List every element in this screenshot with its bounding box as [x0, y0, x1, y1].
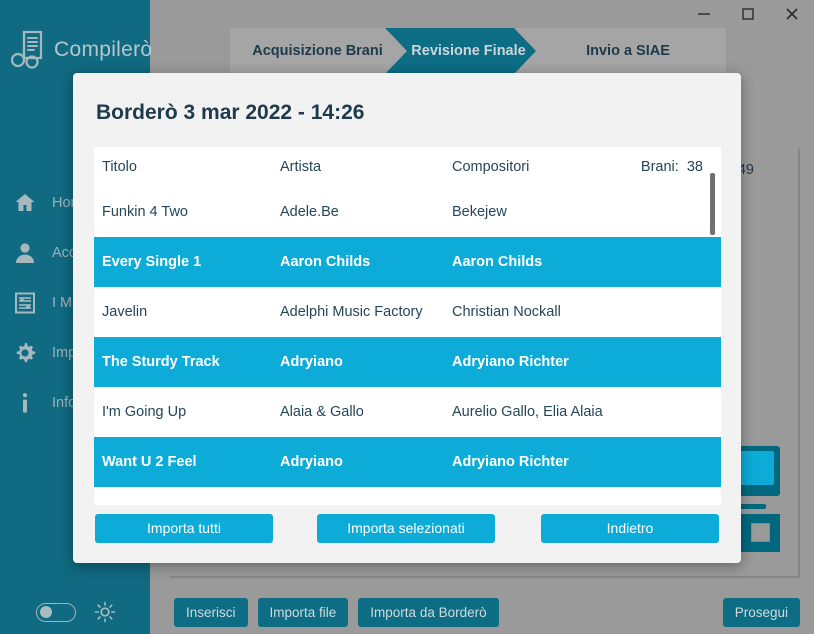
- table-row[interactable]: Every Single 1 Aaron Childs Aaron Childs: [94, 237, 721, 287]
- step-label: Revisione Finale: [411, 43, 526, 59]
- cell-compositori: Aaron Childs: [452, 254, 543, 270]
- table-row[interactable]: Javelin Adelphi Music Factory Christian …: [94, 287, 721, 337]
- cell-artista: Aaron Childs: [280, 254, 371, 270]
- table-row[interactable]: Haven't You Heard Alan Fitzpatrick Charl…: [94, 487, 721, 505]
- cell-compositori: Adryiano Richter: [452, 454, 569, 470]
- app-window: Compilerò Hom Acc I Mi Imp Info Acquisiz…: [0, 0, 814, 634]
- inserisci-button[interactable]: Inserisci: [174, 597, 248, 627]
- importa-da-bordero-button[interactable]: Importa da Borderò: [358, 597, 499, 627]
- dialog-actions: Importa tutti Importa selezionati Indiet…: [73, 513, 741, 543]
- column-header-compositori: Compositori: [452, 159, 530, 175]
- cell-titolo: The Sturdy Track: [102, 354, 220, 370]
- bottom-toolbar: Inserisci Importa file Importa da Border…: [150, 590, 814, 634]
- minimize-button[interactable]: [682, 0, 726, 28]
- user-icon: [12, 240, 38, 266]
- cell-titolo: Javelin: [102, 304, 148, 320]
- cell-artista: Adryiano: [280, 354, 343, 370]
- maximize-button[interactable]: [726, 0, 770, 28]
- table-scrollbar[interactable]: [709, 173, 716, 503]
- cell-compositori: Bekejew: [452, 204, 507, 220]
- importa-selezionati-button[interactable]: Importa selezionati: [317, 513, 495, 543]
- cell-compositori: Aurelio Gallo, Elia Alaia: [452, 404, 603, 420]
- column-header-titolo: Titolo: [102, 159, 137, 175]
- brand-logo: Compilerò: [0, 0, 153, 74]
- step-label: Acquisizione Brani: [252, 43, 383, 59]
- home-icon: [12, 190, 38, 216]
- sidebar-item-label: I Mi: [52, 295, 76, 311]
- close-button[interactable]: [770, 0, 814, 28]
- breadcrumb: Acquisizione Brani Revisione Finale Invi…: [230, 28, 726, 74]
- table-header-row: Titolo Artista Compositori Brani: 38: [94, 147, 721, 187]
- importa-file-button[interactable]: Importa file: [257, 597, 349, 627]
- cell-titolo: I'm Going Up: [102, 404, 187, 420]
- track-count-label: Brani:: [640, 159, 679, 175]
- cell-artista: Adryiano: [280, 454, 343, 470]
- cell-titolo: Every Single 1: [102, 254, 202, 270]
- cell-compositori: Charles Mims, Jr: [452, 504, 721, 505]
- cell-artista: Alaia & Gallo: [280, 404, 364, 420]
- music-score-icon: [12, 290, 38, 316]
- cell-artista: Adele.Be: [280, 204, 339, 220]
- table-row[interactable]: Want U 2 Feel Adryiano Adryiano Richter: [94, 437, 721, 487]
- indietro-button[interactable]: Indietro: [541, 513, 719, 543]
- importa-tutti-button[interactable]: Importa tutti: [95, 513, 273, 543]
- cell-titolo: Funkin 4 Two: [102, 204, 188, 220]
- cell-titolo: Haven't You Heard: [102, 504, 280, 505]
- gear-icon: [12, 340, 38, 366]
- tab-invio-a-siae[interactable]: Invio a SIAE: [536, 28, 706, 74]
- row-checkbox[interactable]: [751, 523, 770, 542]
- table-row[interactable]: The Sturdy Track Adryiano Adryiano Richt…: [94, 337, 721, 387]
- tab-revisione-finale[interactable]: Revisione Finale: [385, 28, 536, 74]
- toggle-switch-icon[interactable]: [36, 602, 76, 622]
- cell-compositori: Adryiano Richter: [452, 354, 569, 370]
- scrollbar-thumb[interactable]: [710, 173, 715, 235]
- toggle-knob: [40, 606, 52, 618]
- bordero-import-dialog: Borderò 3 mar 2022 - 14:26 Titolo Artist…: [73, 73, 741, 563]
- step-label: Invio a SIAE: [586, 43, 670, 59]
- column-header-artista: Artista: [280, 159, 322, 175]
- dialog-title: Borderò 3 mar 2022 - 14:26: [96, 101, 365, 124]
- table-row[interactable]: I'm Going Up Alaia & Gallo Aurelio Gallo…: [94, 387, 721, 437]
- tab-acquisizione-brani[interactable]: Acquisizione Brani: [230, 28, 405, 74]
- brand-name: Compilerò: [54, 38, 153, 61]
- track-count-value: 38: [686, 159, 703, 175]
- cell-artista: Alan Fitzpatrick: [280, 504, 452, 505]
- cell-titolo: Want U 2 Feel: [102, 454, 197, 470]
- prosegui-button[interactable]: Prosegui: [722, 597, 800, 627]
- sidebar-footer: [0, 590, 150, 634]
- cell-artista: Adelphi Music Factory: [280, 304, 423, 320]
- table-row[interactable]: Funkin 4 Two Adele.Be Bekejew: [94, 187, 721, 237]
- music-sheet-note-icon: [10, 30, 46, 70]
- track-count: Brani: 38: [611, 159, 721, 175]
- bordero-tracks-table[interactable]: Titolo Artista Compositori Brani: 38 Fun…: [94, 147, 721, 505]
- window-titlebar: [150, 0, 814, 28]
- info-icon: [12, 390, 38, 416]
- cell-compositori: Christian Nockall: [452, 304, 561, 320]
- sun-icon[interactable]: [94, 601, 116, 623]
